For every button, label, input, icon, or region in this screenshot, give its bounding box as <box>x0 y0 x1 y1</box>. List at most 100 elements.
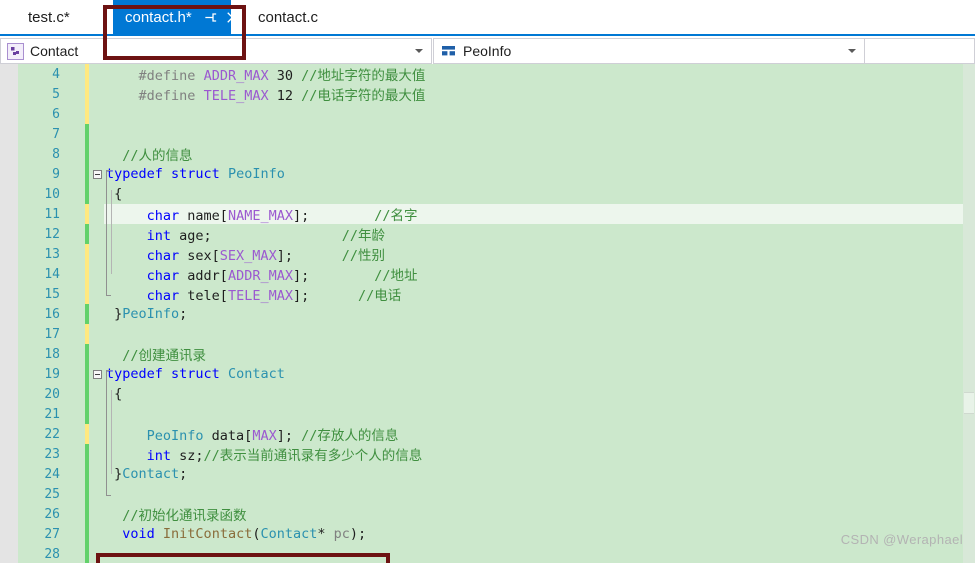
navigation-bar: Contact PeoInfo <box>0 38 975 64</box>
line-number: 5 <box>52 86 60 102</box>
code-token: typedef <box>106 166 163 182</box>
code-token: { <box>106 386 123 402</box>
code-line[interactable]: 11 char name[NAME_MAX]; //名字 <box>0 204 975 224</box>
code-token: int <box>146 228 172 244</box>
code-token: void <box>122 526 155 542</box>
code-token: SEX_MAX <box>219 248 277 264</box>
vertical-scrollbar-thumb[interactable] <box>964 392 974 414</box>
code-line[interactable]: 12 int age; //年龄 <box>0 224 975 244</box>
fold-toggle-icon[interactable] <box>90 169 104 179</box>
chevron-down-icon[interactable] <box>848 49 856 53</box>
tab-contact-h-label: contact.h* <box>125 8 192 26</box>
struct-icon <box>440 43 457 60</box>
code-line[interactable]: 22 PeoInfo data[MAX]; //存放人的信息 <box>0 424 975 444</box>
line-number: 18 <box>44 346 60 362</box>
code-token: ]; <box>292 208 310 224</box>
code-line[interactable]: 14 char addr[ADDR_MAX]; //地址 <box>0 264 975 284</box>
code-line[interactable]: 19 typedef struct Contact <box>0 364 975 384</box>
change-indicator-bar <box>85 284 89 304</box>
code-token: 30 <box>276 68 293 84</box>
member-dropdown[interactable]: PeoInfo <box>433 38 865 64</box>
code-line[interactable]: 16 }PeoInfo; <box>0 304 975 324</box>
code-line[interactable]: 21 <box>0 404 975 424</box>
navbar-spacer <box>865 38 975 64</box>
code-token: ; <box>179 306 188 322</box>
collapse-minus-icon[interactable] <box>92 169 102 179</box>
code-line[interactable]: 27 void InitContact(Contact* pc); <box>0 524 975 544</box>
line-number: 8 <box>52 146 60 162</box>
code-token: struct <box>171 366 220 382</box>
code-token: TELE_MAX <box>203 88 269 104</box>
tab-contact-c[interactable]: contact.c <box>246 0 331 34</box>
watermark-text: CSDN @Weraphael <box>840 532 963 547</box>
line-number: 19 <box>44 366 60 382</box>
code-token: Contact <box>260 526 318 542</box>
code-line[interactable]: 23 int sz;//表示当前通讯录有多少个人的信息 <box>0 444 975 464</box>
change-indicator-bar <box>85 204 89 224</box>
collapse-minus-icon[interactable] <box>92 369 102 379</box>
code-line[interactable]: 17 <box>0 324 975 344</box>
close-icon[interactable] <box>226 11 239 24</box>
code-token: addr[ <box>179 268 228 284</box>
code-line[interactable]: 18 //创建通讯录 <box>0 344 975 364</box>
code-token: name[ <box>179 208 228 224</box>
code-token: sz; <box>171 448 204 464</box>
code-token: char <box>146 268 180 284</box>
vs-editor-window: test.c* contact.h* contact.c Contact Peo… <box>0 0 975 563</box>
type-dropdown[interactable]: Contact <box>0 38 432 64</box>
code-line[interactable]: 28 <box>0 544 975 563</box>
line-number: 4 <box>52 66 60 82</box>
line-number: 26 <box>44 506 60 522</box>
line-number: 14 <box>44 266 60 282</box>
code-line[interactable]: 26 //初始化通讯录函数 <box>0 504 975 524</box>
code-token: NAME_MAX <box>227 208 293 224</box>
class-members-icon <box>7 42 24 60</box>
code-token: ]; <box>292 268 310 284</box>
code-token: PeoInfo <box>227 166 285 182</box>
line-number: 28 <box>44 546 60 562</box>
code-editor[interactable]: 4 #define ADDR_MAX 30 //地址字符的最大值 5 #defin… <box>0 64 975 563</box>
change-indicator-bar <box>85 164 89 184</box>
code-token: //名字 <box>374 208 418 224</box>
code-line[interactable]: 9 typedef struct PeoInfo <box>0 164 975 184</box>
code-line[interactable]: 7 <box>0 124 975 144</box>
tab-contact-h[interactable]: contact.h* <box>113 0 238 34</box>
indent-guide-contact <box>111 390 112 474</box>
type-dropdown-value: Contact <box>30 43 79 59</box>
chevron-down-icon[interactable] <box>415 49 423 53</box>
code-line[interactable]: 15 char tele[TELE_MAX]; //电话 <box>0 284 975 304</box>
code-token: typedef <box>106 366 163 382</box>
pin-icon[interactable] <box>204 11 217 24</box>
code-line[interactable]: 4 #define ADDR_MAX 30 //地址字符的最大值 <box>0 64 975 84</box>
code-token: //性别 <box>341 248 386 264</box>
code-line[interactable]: 6 <box>0 104 975 124</box>
code-line[interactable]: 10 { <box>0 184 975 204</box>
tab-test-c[interactable]: test.c* <box>16 0 82 34</box>
change-indicator-bar <box>85 184 89 204</box>
code-line-text: #define TELE_MAX 12 //电话字符的最大值 <box>104 84 975 104</box>
code-token: InitContact <box>162 526 253 542</box>
code-line[interactable]: 8 //人的信息 <box>0 144 975 164</box>
change-indicator-bar <box>85 364 89 384</box>
code-line[interactable]: 5 #define TELE_MAX 12 //电话字符的最大值 <box>0 84 975 104</box>
code-token: //电话字符的最大值 <box>301 88 426 104</box>
code-token: //年龄 <box>341 228 385 244</box>
fold-toggle-icon[interactable] <box>90 369 104 379</box>
code-line[interactable]: 25 <box>0 484 975 504</box>
code-line[interactable]: 20 { <box>0 384 975 404</box>
code-token: ADDR_MAX <box>227 268 293 284</box>
code-line[interactable]: 24 }Contact; <box>0 464 975 484</box>
code-token: pc <box>333 526 350 542</box>
code-line[interactable]: 13 char sex[SEX_MAX]; //性别 <box>0 244 975 264</box>
code-token: 12 <box>276 88 293 104</box>
line-number: 22 <box>44 426 60 442</box>
vertical-scrollbar[interactable] <box>963 64 975 563</box>
code-token: int <box>146 448 172 464</box>
